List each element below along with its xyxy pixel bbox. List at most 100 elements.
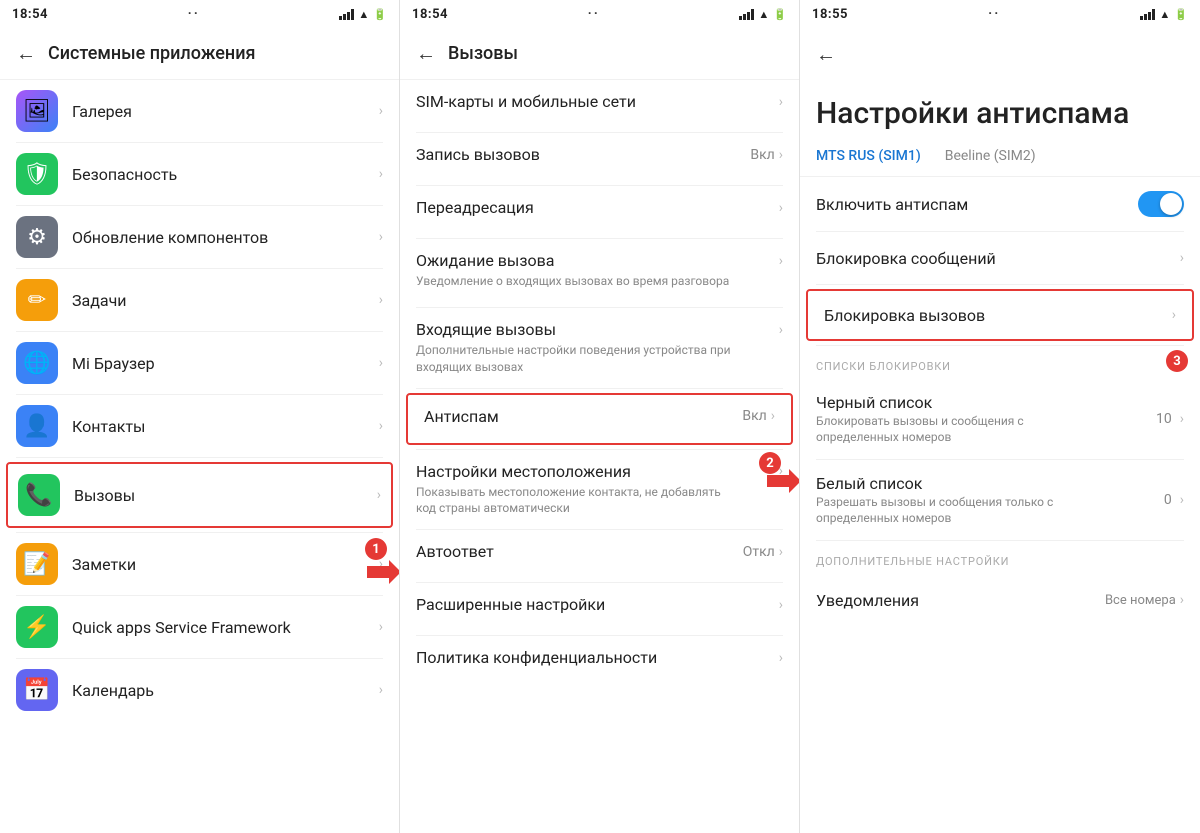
mid-item-privacy[interactable]: Политика конфиденциальности ›: [400, 636, 799, 688]
battery-icon-right: 🔋: [1174, 8, 1188, 21]
waiting-sub: Уведомление о входящих вызовах во время …: [416, 273, 736, 290]
antispam-status: Вкл: [742, 408, 766, 424]
status-icons-mid: ▲ 🔋: [739, 8, 787, 21]
chevron-calls: ›: [377, 487, 381, 503]
calendar-icon: 📅: [16, 669, 58, 711]
whitelist-label: Белый список: [816, 474, 1164, 493]
panel-mid: 18:54 ·· ▲ 🔋 ← Вызовы SIM-карты и мобиль…: [400, 0, 800, 833]
right-item-block-messages[interactable]: Блокировка сообщений ›: [800, 232, 1200, 284]
chevron-gallery: ›: [379, 103, 383, 119]
notifications-status: Все номера: [1105, 593, 1176, 608]
dots-left: ··: [188, 6, 200, 22]
list-item-notes[interactable]: 📝 Заметки ›: [0, 533, 399, 595]
gallery-label: Галерея: [72, 102, 379, 121]
wifi-icon-right: ▲: [1159, 8, 1170, 21]
sim-tab-2[interactable]: Beeline (SIM2): [945, 148, 1036, 164]
location-title: Настройки местоположения: [416, 462, 631, 481]
battery-icon-mid: 🔋: [773, 8, 787, 21]
list-item-browser[interactable]: 🌐 Mi Браузер ›: [0, 332, 399, 394]
tasks-icon: ✏: [16, 279, 58, 321]
sim-chevron: ›: [779, 94, 783, 110]
incoming-sub: Дополнительные настройки поведения устро…: [416, 342, 736, 376]
mid-item-redirect[interactable]: Переадресация ›: [400, 186, 799, 238]
blacklist-sub: Блокировать вызовы и сообщения с определ…: [816, 414, 1076, 445]
record-title: Запись вызовов: [416, 145, 540, 164]
chevron-contacts: ›: [379, 418, 383, 434]
time-right: 18:55: [812, 7, 848, 22]
step-badge-1: 1: [365, 538, 387, 560]
back-button-left[interactable]: ←: [16, 41, 36, 66]
update-label: Обновление компонентов: [72, 228, 379, 247]
right-item-notifications[interactable]: Уведомления Все номера ›: [800, 574, 1200, 626]
status-icons-left: ▲ 🔋: [339, 8, 387, 21]
incoming-chevron: ›: [779, 322, 783, 338]
mid-item-advanced[interactable]: Расширенные настройки ›: [400, 583, 799, 635]
toggle-antispam-label: Включить антиспам: [816, 195, 968, 214]
chevron-browser: ›: [379, 355, 383, 371]
signal-icon-mid: [739, 8, 754, 20]
chevron-security: ›: [379, 166, 383, 182]
record-status: Вкл: [750, 147, 774, 163]
record-chevron: ›: [779, 147, 783, 163]
notifications-chevron: ›: [1180, 592, 1184, 608]
back-button-right[interactable]: ←: [816, 42, 836, 67]
wifi-icon-left: ▲: [358, 8, 369, 21]
update-icon: ⚙: [16, 216, 58, 258]
quickapps-label: Quick apps Service Framework: [72, 618, 379, 637]
mid-item-antispam[interactable]: Антиспам Вкл ›: [406, 393, 793, 445]
chevron-quickapps: ›: [379, 619, 383, 635]
antispam-title: Антиспам: [424, 407, 499, 426]
list-item-contacts[interactable]: 👤 Контакты ›: [0, 395, 399, 457]
toggle-antispam-control[interactable]: [1138, 191, 1184, 217]
app-list: 🖼 Галерея › 🛡 Безопасность › ⚙ Обновлени…: [0, 80, 399, 833]
whitelist-count: 0: [1164, 492, 1172, 508]
contacts-label: Контакты: [72, 417, 379, 436]
status-bar-mid: 18:54 ·· ▲ 🔋: [400, 0, 799, 28]
mid-item-location[interactable]: Настройки местоположения › Показывать ме…: [400, 450, 799, 530]
arrow-to-mid: [361, 556, 400, 588]
page-title-mid: Вызовы: [448, 43, 518, 64]
chevron-calendar: ›: [379, 682, 383, 698]
advanced-title: Расширенные настройки: [416, 595, 605, 614]
panel-left: 18:54 ·· ▲ 🔋 ← Системные приложения 🖼 Га…: [0, 0, 400, 833]
back-button-mid[interactable]: ←: [416, 41, 436, 66]
antispam-toggle[interactable]: [1138, 191, 1184, 217]
signal-icon-right: [1140, 8, 1155, 20]
waiting-title: Ожидание вызова: [416, 251, 554, 270]
list-item-tasks[interactable]: ✏ Задачи ›: [0, 269, 399, 331]
panel-right: 18:55 ·· ▲ 🔋 ← Настройки антиспама MTS R…: [800, 0, 1200, 833]
time-mid: 18:54: [412, 7, 448, 22]
location-sub: Показывать местоположение контакта, не д…: [416, 484, 736, 518]
mid-item-autoanswer[interactable]: Автоответ Откл ›: [400, 530, 799, 582]
toggle-antispam-row[interactable]: Включить антиспам: [800, 177, 1200, 231]
mid-item-record[interactable]: Запись вызовов Вкл ›: [400, 133, 799, 185]
contacts-icon: 👤: [16, 405, 58, 447]
right-item-blacklist[interactable]: Черный список Блокировать вызовы и сообщ…: [800, 379, 1200, 459]
block-messages-label: Блокировка сообщений: [816, 249, 1180, 268]
privacy-title: Политика конфиденциальности: [416, 648, 657, 667]
list-item-quickapps[interactable]: ⚡ Quick apps Service Framework ›: [0, 596, 399, 658]
right-item-whitelist[interactable]: Белый список Разрешать вызовы и сообщени…: [800, 460, 1200, 540]
list-item-security[interactable]: 🛡 Безопасность ›: [0, 143, 399, 205]
top-bar-left: ← Системные приложения: [0, 28, 399, 80]
mid-item-waiting[interactable]: Ожидание вызова › Уведомление о входящих…: [400, 239, 799, 307]
list-item-calendar[interactable]: 📅 Календарь ›: [0, 659, 399, 721]
step-badge-2: 2: [759, 452, 781, 474]
blacklist-count: 10: [1156, 411, 1172, 427]
browser-icon: 🌐: [16, 342, 58, 384]
status-bar-right: 18:55 ·· ▲ 🔋: [800, 0, 1200, 28]
dots-mid: ··: [588, 6, 600, 22]
notes-icon: 📝: [16, 543, 58, 585]
list-item-update[interactable]: ⚙ Обновление компонентов ›: [0, 206, 399, 268]
autoanswer-title: Автоответ: [416, 542, 494, 561]
sim-tab-1[interactable]: MTS RUS (SIM1): [816, 148, 921, 164]
wifi-icon-mid: ▲: [758, 8, 769, 21]
right-item-block-calls[interactable]: Блокировка вызовов ›: [806, 289, 1194, 341]
step-badge-3: 3: [1166, 350, 1188, 372]
redirect-chevron: ›: [779, 200, 783, 216]
mid-item-sim[interactable]: SIM-карты и мобильные сети ›: [400, 80, 799, 132]
mid-item-incoming[interactable]: Входящие вызовы › Дополнительные настрой…: [400, 308, 799, 388]
list-item-calls[interactable]: 📞 Вызовы ›: [6, 462, 393, 528]
list-item-gallery[interactable]: 🖼 Галерея ›: [0, 80, 399, 142]
incoming-title: Входящие вызовы: [416, 320, 556, 339]
